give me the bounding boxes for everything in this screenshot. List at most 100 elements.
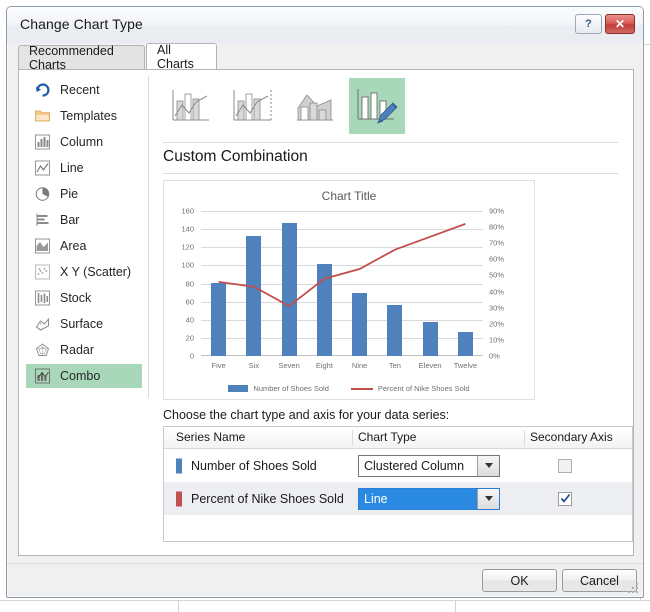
table-row[interactable]: Percent of Nike Shoes Sold Line xyxy=(164,482,632,515)
sidebar-item-area[interactable]: Area xyxy=(26,234,142,258)
sidebar-item-label: Bar xyxy=(60,213,79,227)
custom-combination-thumbnail[interactable] xyxy=(349,78,405,134)
secondary-y-axis-tick-label: 90% xyxy=(489,207,519,216)
y-axis-tick-label: 140 xyxy=(166,225,194,234)
sidebar-item-recent[interactable]: Recent xyxy=(26,78,142,102)
x-axis-tick-label: Eleven xyxy=(410,361,450,370)
chevron-down-icon[interactable] xyxy=(477,456,499,476)
help-button[interactable]: ? xyxy=(575,14,602,34)
secondary-axis-checkbox-percent-nike[interactable] xyxy=(558,492,572,506)
secondary-y-axis-tick-label: 70% xyxy=(489,239,519,248)
cancel-button[interactable]: Cancel xyxy=(562,569,637,592)
chart-legend: Number of Shoes Sold Percent of Nike Sho… xyxy=(164,384,534,393)
y-axis-tick-label: 120 xyxy=(166,243,194,252)
sidebar-item-stock[interactable]: Stock xyxy=(26,286,142,310)
clustered-column-line-icon xyxy=(169,86,213,126)
backdrop-gridline xyxy=(455,600,456,612)
sidebar-item-surface[interactable]: Surface xyxy=(26,312,142,336)
sidebar-item-xy-scatter[interactable]: X Y (Scatter) xyxy=(26,260,142,284)
thumbnail-divider xyxy=(163,142,618,143)
secondary-y-axis-tick-label: 10% xyxy=(489,335,519,344)
backdrop-gridline xyxy=(178,600,179,612)
legend-swatch-line-icon xyxy=(351,388,373,390)
secondary-y-axis-tick-label: 30% xyxy=(489,303,519,312)
charts-panel: Recent Templates xyxy=(18,69,634,556)
dropdown-value: Line xyxy=(359,489,477,509)
y-axis-tick-label: 160 xyxy=(166,207,194,216)
series-table-header: Series Name Chart Type Secondary Axis xyxy=(164,427,632,449)
combo-thumbnail-row xyxy=(163,78,493,136)
screen: Change Chart Type ? ✕ Recommended Charts… xyxy=(0,0,650,612)
stock-icon xyxy=(34,290,51,306)
legend-label: Number of Shoes Sold xyxy=(253,384,328,393)
clustered-column-line-secondary-axis-thumbnail[interactable] xyxy=(225,78,281,134)
chart-category-list: Recent Templates xyxy=(19,70,148,555)
sidebar-item-pie[interactable]: Pie xyxy=(26,182,142,206)
series-color-swatch xyxy=(176,491,182,506)
close-button[interactable]: ✕ xyxy=(605,14,635,34)
footer-divider xyxy=(7,563,643,564)
dialog-titlebar[interactable]: Change Chart Type ? ✕ xyxy=(7,7,643,43)
x-axis-tick-label: Five xyxy=(199,361,239,370)
legend-label: Percent of Nike Shoes Sold xyxy=(378,384,470,393)
chevron-down-icon[interactable] xyxy=(477,489,499,509)
sidebar-item-label: Combo xyxy=(60,369,100,383)
chart-type-dropdown-shoes-sold[interactable]: Clustered Column xyxy=(358,455,500,477)
recent-icon xyxy=(34,82,51,98)
column-header-series-name: Series Name xyxy=(176,430,245,444)
custom-combination-icon xyxy=(354,85,400,127)
pie-icon xyxy=(34,186,51,202)
tab-recommended-charts[interactable]: Recommended Charts xyxy=(18,45,145,69)
bar-icon xyxy=(34,212,51,228)
legend-swatch-bar-icon xyxy=(228,385,248,392)
checkmark-icon xyxy=(560,493,571,504)
stacked-area-clustered-column-thumbnail[interactable] xyxy=(287,78,343,134)
stacked-area-clustered-column-icon xyxy=(293,86,337,126)
sidebar-item-label: Recent xyxy=(60,83,100,97)
y-axis-tick-label: 0 xyxy=(166,352,194,361)
secondary-axis-checkbox-shoes-sold[interactable] xyxy=(558,459,572,473)
y-axis-tick-label: 20 xyxy=(166,333,194,342)
series-color-swatch xyxy=(176,458,182,473)
sidebar-item-label: Surface xyxy=(60,317,103,331)
sidebar-item-column[interactable]: Column xyxy=(26,130,142,154)
folder-icon xyxy=(34,108,51,124)
sidebar-item-radar[interactable]: Radar xyxy=(26,338,142,362)
series-instruction: Choose the chart type and axis for your … xyxy=(163,408,449,422)
ok-button[interactable]: OK xyxy=(482,569,557,592)
line-icon xyxy=(34,160,51,176)
column-header-secondary-axis: Secondary Axis xyxy=(530,430,613,444)
chart-type-dropdown-percent-nike[interactable]: Line xyxy=(358,488,500,510)
secondary-y-axis-tick-label: 50% xyxy=(489,271,519,280)
table-row[interactable]: Number of Shoes Sold Clustered Column xyxy=(164,449,632,482)
chart-line-series xyxy=(201,211,483,356)
scatter-icon xyxy=(34,264,51,280)
y-axis-tick-label: 40 xyxy=(166,315,194,324)
sidebar-item-label: Templates xyxy=(60,109,117,123)
chart-plot-area xyxy=(201,211,483,356)
chart-preview: Chart Title 020406080100120140160 0%10%2… xyxy=(163,180,535,400)
combo-icon xyxy=(34,368,51,384)
tab-all-charts[interactable]: All Charts xyxy=(146,43,217,69)
column-icon xyxy=(34,134,51,150)
sidebar-item-label: Pie xyxy=(60,187,78,201)
x-axis-tick-label: Twelve xyxy=(445,361,485,370)
sidebar-item-label: Radar xyxy=(60,343,94,357)
secondary-y-axis-tick-label: 0% xyxy=(489,352,519,361)
x-axis-tick-label: Eight xyxy=(304,361,344,370)
clustered-column-line-thumbnail[interactable] xyxy=(163,78,219,134)
legend-item-line: Percent of Nike Shoes Sold xyxy=(351,384,470,393)
x-axis-tick-label: Ten xyxy=(375,361,415,370)
dialog-title: Change Chart Type xyxy=(20,16,143,32)
sidebar-item-line[interactable]: Line xyxy=(26,156,142,180)
sidebar-item-combo[interactable]: Combo xyxy=(26,364,142,388)
sidebar-item-bar[interactable]: Bar xyxy=(26,208,142,232)
series-table: Series Name Chart Type Secondary Axis Nu… xyxy=(163,426,633,542)
header-separator xyxy=(352,430,353,446)
resize-grip[interactable] xyxy=(628,583,639,594)
sidebar-item-templates[interactable]: Templates xyxy=(26,104,142,128)
header-separator xyxy=(524,430,525,446)
y-axis-tick-label: 60 xyxy=(166,297,194,306)
x-axis-tick-label: Six xyxy=(234,361,274,370)
y-axis-tick-label: 100 xyxy=(166,261,194,270)
